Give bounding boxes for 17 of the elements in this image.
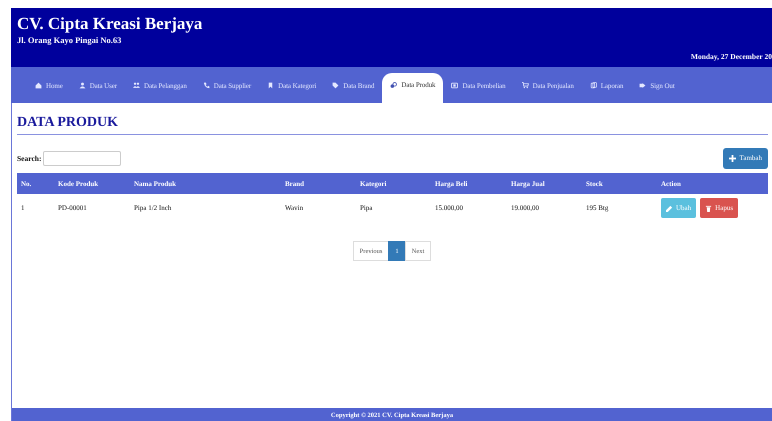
exit-icon: [639, 82, 646, 89]
cubes-icon: [390, 82, 398, 88]
tag-icon: [332, 82, 340, 89]
search-field[interactable]: [43, 150, 122, 166]
users-icon: [133, 82, 140, 89]
phone-icon: [202, 82, 210, 89]
card-icon: [451, 82, 458, 89]
cart-icon: [522, 82, 529, 89]
user-icon: [78, 82, 86, 89]
company-address: Jl. Orang Kayo Pingai No.63: [17, 35, 122, 45]
bookmark-icon: [267, 82, 274, 89]
page-title: DATA PRODUK: [17, 111, 768, 135]
plus-icon: [728, 154, 736, 162]
company-title: CV. Cipta Kreasi Berjaya: [17, 14, 202, 34]
house-icon: [35, 82, 42, 89]
pencil-icon: [666, 204, 673, 212]
trash-icon: [705, 204, 712, 212]
